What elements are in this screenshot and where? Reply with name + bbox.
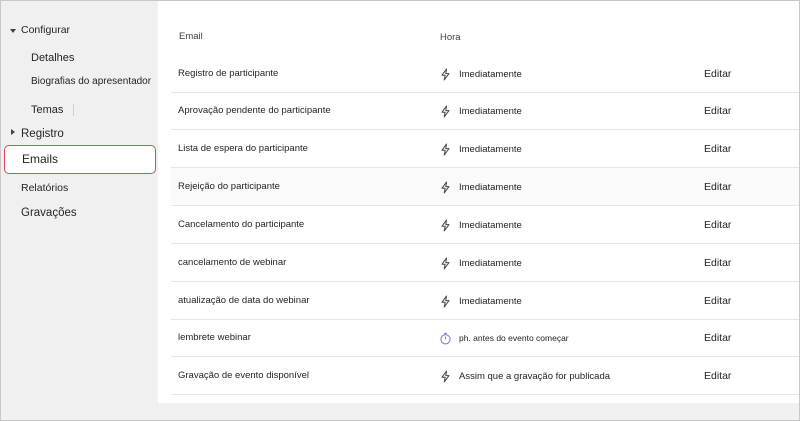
sidebar-item-details[interactable]: Detalhes: [31, 52, 74, 64]
email-type: Gravação de evento disponível: [178, 370, 309, 381]
table-row: cancelamento de webinar Imediatamente Edit…: [171, 244, 799, 282]
sidebar-item-reports[interactable]: Relatórios: [21, 182, 68, 194]
send-time-label: Imediatamente: [459, 105, 522, 117]
send-time-label: Imediatamente: [459, 68, 522, 80]
lightning-icon: [439, 105, 459, 118]
lightning-icon: [439, 295, 459, 308]
edit-button[interactable]: Editar: [704, 357, 731, 395]
send-time: Imediatamente: [439, 206, 699, 244]
email-type: Rejeição do participante: [178, 181, 280, 192]
sidebar-item-recordings[interactable]: Gravações: [21, 207, 77, 219]
email-type: lembrete webinar: [178, 332, 251, 343]
edit-button[interactable]: Editar: [704, 168, 731, 206]
caret-down-icon[interactable]: [10, 29, 16, 33]
send-time: Imediatamente: [439, 92, 699, 130]
send-time-label: Imediatamente: [459, 143, 522, 155]
sidebar-item-configure[interactable]: Configurar: [21, 24, 70, 36]
edit-button[interactable]: Editar: [704, 319, 731, 357]
send-time-label: Assim que a gravação for publicada: [459, 370, 611, 382]
send-time: Imediatamente: [439, 282, 699, 320]
sidebar-item-emails[interactable]: Emails: [4, 145, 156, 174]
send-time-label: Imediatamente: [459, 219, 522, 231]
send-time: Assim que a gravação for publicada: [439, 357, 699, 395]
table-row: Cancelamento do participante Imediatament…: [171, 206, 799, 244]
edit-button[interactable]: Editar: [704, 282, 731, 320]
email-type: cancelamento de webinar: [178, 257, 287, 268]
lightning-icon: [439, 143, 459, 156]
table-row: Aprovação pendente do participante Imedia…: [171, 92, 799, 130]
send-time-label: Imediatamente: [459, 295, 522, 307]
table-row: atualização de data do webinar Imediatame…: [171, 282, 799, 320]
send-time: Imediatamente: [439, 130, 699, 168]
table-header: Email Hora: [158, 1, 799, 56]
lightning-icon: [439, 370, 459, 383]
divider: [73, 104, 74, 116]
table-row: Registro de participante Imediatamente Edi…: [171, 55, 799, 93]
caret-right-icon[interactable]: [11, 129, 15, 135]
send-time-label: ph. antes do evento começar: [459, 333, 569, 343]
email-type: Registro de participante: [178, 68, 279, 79]
send-time-label: Imediatamente: [459, 181, 522, 193]
panel-footer: [158, 403, 799, 420]
send-time-label: Imediatamente: [459, 257, 522, 269]
column-header-time: Hora: [440, 32, 461, 43]
email-type: Lista de espera do participante: [178, 143, 308, 154]
edit-button[interactable]: Editar: [704, 244, 731, 282]
sidebar-item-bios[interactable]: Biografias do apresentador: [31, 76, 151, 87]
lightning-icon: [439, 68, 459, 81]
edit-button[interactable]: Editar: [704, 92, 731, 130]
email-type: atualização de data do webinar: [178, 295, 310, 306]
stopwatch-icon: [439, 332, 459, 345]
send-time: Imediatamente: [439, 244, 699, 282]
email-type: Aprovação pendente do participante: [178, 105, 331, 116]
send-time: Imediatamente: [439, 55, 699, 93]
send-time: ph. antes do evento começar: [439, 319, 699, 357]
table-row: Gravação de evento disponível Assim que a…: [171, 357, 799, 395]
edit-button[interactable]: Editar: [704, 130, 731, 168]
lightning-icon: [439, 219, 459, 232]
email-type: Cancelamento do participante: [178, 219, 305, 230]
send-time: Imediatamente: [439, 168, 699, 206]
column-header-email: Email: [179, 31, 203, 42]
sidebar-item-registration[interactable]: Registro: [21, 128, 64, 140]
sidebar: Configurar Detalhes Biografias do aprese…: [1, 1, 157, 420]
table-row: Lista de espera do participante Imediatam…: [171, 130, 799, 168]
edit-button[interactable]: Editar: [704, 55, 731, 93]
edit-button[interactable]: Editar: [704, 206, 731, 244]
emails-panel: Email Hora Registro de participante Imedi…: [158, 1, 799, 403]
lightning-icon: [439, 257, 459, 270]
table-row: lembrete webinar ph. antes do evento come…: [171, 319, 799, 357]
lightning-icon: [439, 181, 459, 194]
table-row: Rejeição do participante Imediatamente Edi…: [171, 168, 799, 206]
sidebar-item-themes[interactable]: Temas: [31, 104, 63, 116]
